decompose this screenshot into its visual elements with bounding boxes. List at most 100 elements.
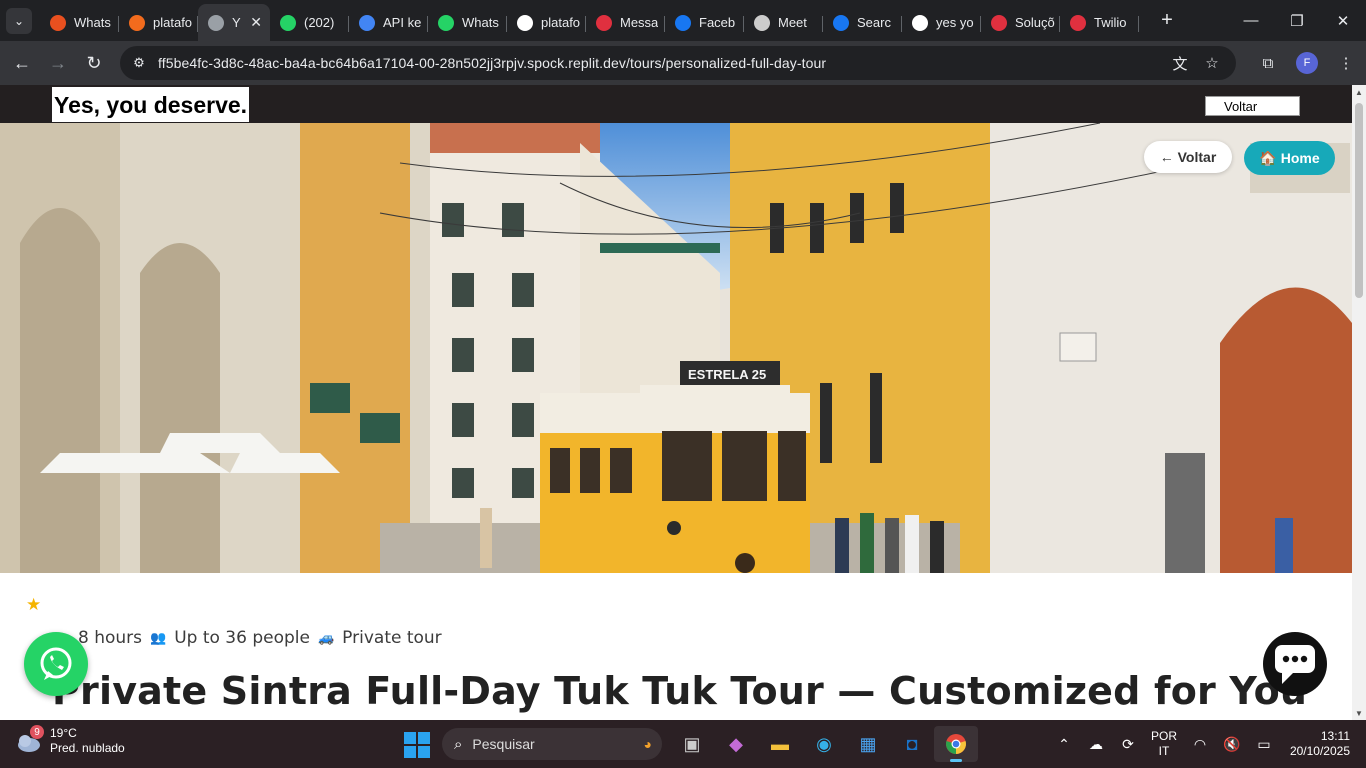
star-icon: ★ (26, 595, 42, 614)
store-icon[interactable]: ▦ (846, 726, 890, 762)
tour-summary: ★ 8 hours 👥 Up to 36 people 🚙 Private to… (0, 573, 1352, 720)
browser-tab[interactable]: Meet (744, 7, 823, 39)
people-icon: 👥 (150, 630, 167, 646)
browser-tab[interactable]: Faceb (665, 7, 744, 39)
twilio-icon (1070, 14, 1086, 31)
address-bar[interactable]: ⚙ ff5be4fc-3d8c-48ac-ba4a-bc64b6a17104-0… (120, 46, 1236, 80)
browser-tab[interactable]: Soluçõ (981, 7, 1060, 39)
tab-title: Whats (74, 15, 111, 30)
edge-icon[interactable]: ◉ (802, 726, 846, 762)
new-tab-button[interactable]: + (1153, 7, 1181, 35)
twilio-icon (596, 14, 612, 31)
browser-tab[interactable]: Whats (40, 7, 119, 39)
tab-title: API ke (383, 15, 422, 30)
taskbar-search[interactable]: ⌕ Pesquisar ◕ (442, 728, 662, 760)
translate-icon[interactable]: ⽂ (1164, 49, 1196, 77)
chevron-down-icon: ⌄ (13, 13, 25, 28)
tab-title: Soluçõ (1015, 15, 1055, 30)
browser-tab[interactable]: API ke (349, 7, 428, 39)
taskbar-apps: ▣ ◆ ▬ ◉ ▦ ◘ (670, 726, 978, 762)
m365-icon[interactable]: ◆ (714, 726, 758, 762)
extensions-icon[interactable]: ⧉ (1252, 49, 1284, 77)
sync-icon[interactable]: ⟳ (1112, 736, 1144, 753)
whatsapp-icon (280, 14, 296, 31)
windows-taskbar: 9 19°C Pred. nublado ⌕ Pesquisar ◕ ▣ ◆ ▬… (0, 720, 1366, 768)
chat-bubble-icon (1275, 645, 1315, 684)
tab-title: Meet (778, 15, 807, 30)
tab-title: Faceb (699, 15, 736, 30)
site-header: Yes, you deserve. Voltar (0, 85, 1352, 123)
browser-tab[interactable]: (202) (270, 7, 349, 39)
outlook-icon[interactable]: ◘ (890, 726, 934, 762)
globe-icon (208, 14, 224, 31)
whatsapp-icon (40, 647, 72, 680)
tab-title: Searc (857, 15, 891, 30)
scroll-down-icon[interactable]: ▼ (1352, 706, 1366, 720)
brand-logo[interactable]: Yes, you deserve. (52, 87, 250, 122)
header-voltar-link[interactable]: Voltar (1205, 96, 1300, 116)
browser-tab[interactable]: Twilio (1060, 7, 1139, 39)
minimize-icon[interactable]: — (1228, 0, 1274, 41)
battery-icon[interactable]: ▭ (1248, 736, 1280, 753)
restore-icon[interactable]: ❐ (1274, 0, 1320, 41)
whatsapp-icon (438, 14, 454, 31)
forward-button[interactable]: → (40, 45, 76, 81)
tab-title: Twilio (1094, 15, 1127, 30)
group-size-text: Up to 36 people (174, 628, 310, 648)
page-scrollbar[interactable]: ▲ ▼ (1352, 85, 1366, 720)
window-controls: — ❐ ✕ (1228, 0, 1366, 41)
close-window-icon[interactable]: ✕ (1320, 0, 1366, 41)
clock-time: 13:11 (1320, 729, 1350, 743)
chevron-up-icon[interactable]: ⌃ (1048, 736, 1080, 753)
tab-title: platafo (153, 15, 193, 30)
chat-float-button[interactable] (1263, 632, 1327, 696)
tab-list: Whats platafo Y ✕ (202) API ke Whats platafo Mes… (40, 0, 1139, 41)
browser-tab[interactable]: platafo (507, 7, 586, 39)
browser-tab[interactable]: platafo (119, 7, 198, 39)
volume-muted-icon[interactable]: 🔇 (1216, 736, 1248, 753)
language-code: POR (1150, 729, 1177, 743)
temperature: 19°C (50, 726, 77, 740)
browser-tab[interactable]: Y ✕ (198, 4, 270, 41)
tab-title: (202) (304, 15, 335, 30)
language-indicator[interactable]: POR IT (1144, 729, 1184, 759)
site-info-icon[interactable]: ⚙ (126, 50, 152, 76)
search-highlight-icon: ◕ (643, 736, 652, 752)
weather-widget[interactable]: 9 19°C Pred. nublado (14, 725, 125, 756)
facebook-icon (833, 14, 849, 31)
browser-tab[interactable]: Searc (823, 7, 902, 39)
whatsapp-float-button[interactable] (24, 632, 88, 696)
github-icon (517, 14, 533, 31)
weather-condition: Pred. nublado (50, 741, 125, 755)
browser-tab[interactable]: yes yo (902, 7, 981, 39)
facebook-icon (675, 14, 691, 31)
clock-date: 20/10/2025 (1289, 744, 1350, 758)
home-button[interactable]: 🏠 Home (1244, 141, 1335, 175)
tab-strip: ⌄ Whats platafo Y ✕ (202) API ke Whats platafo M… (0, 0, 1366, 41)
browser-tab[interactable]: Messa (586, 7, 665, 39)
tab-search-button[interactable]: ⌄ (6, 7, 32, 34)
reload-button[interactable]: ↻ (76, 45, 112, 81)
profile-avatar[interactable]: F (1296, 52, 1318, 74)
cloud-icon: 9 (14, 725, 44, 755)
voltar-button[interactable]: ← Voltar (1144, 141, 1232, 173)
task-view-icon[interactable]: ▣ (670, 726, 714, 762)
url-text[interactable]: ff5be4fc-3d8c-48ac-ba4a-bc64b6a17104-00-… (158, 55, 826, 71)
browser-tab[interactable]: Whats (428, 7, 507, 39)
bookmark-star-icon[interactable]: ☆ (1196, 49, 1228, 77)
search-icon: ⌕ (454, 735, 463, 753)
car-icon: 🚙 (317, 630, 335, 646)
wifi-icon[interactable]: ◠ (1184, 736, 1216, 753)
scroll-thumb[interactable] (1355, 103, 1363, 298)
back-button[interactable]: ← (4, 45, 40, 81)
start-button[interactable] (404, 732, 430, 758)
onedrive-icon[interactable]: ☁ (1080, 736, 1112, 753)
system-tray: ⌃ ☁ ⟳ POR IT ◠ 🔇 ▭ 13:11 20/10/2025 (1048, 720, 1366, 768)
scroll-up-icon[interactable]: ▲ (1352, 85, 1366, 99)
clock[interactable]: 13:11 20/10/2025 (1280, 729, 1350, 759)
menu-kebab-icon[interactable]: ⋮ (1330, 49, 1362, 77)
google-icon (912, 14, 928, 31)
file-explorer-icon[interactable]: ▬ (758, 726, 802, 762)
tab-close-icon[interactable]: ✕ (250, 14, 262, 31)
chrome-icon[interactable] (934, 726, 978, 762)
